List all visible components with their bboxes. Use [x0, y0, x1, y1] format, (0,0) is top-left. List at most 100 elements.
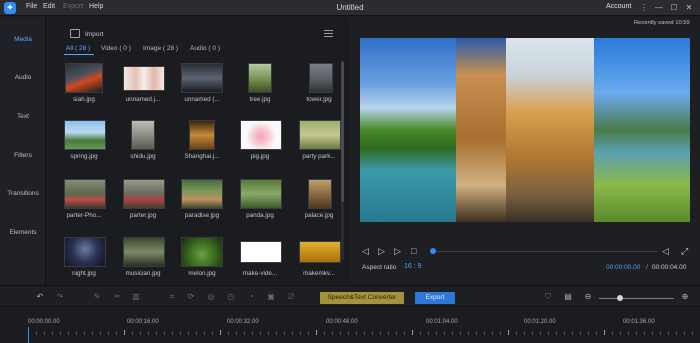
delete-icon[interactable]: ▥ [131, 292, 141, 301]
play-icon[interactable]: ▷ [378, 246, 385, 257]
media-thumbnail[interactable] [123, 179, 165, 209]
time-separator: / [646, 264, 648, 271]
media-thumbnail[interactable] [131, 120, 155, 150]
nav-text[interactable]: Text [0, 113, 46, 120]
media-thumbnail[interactable] [308, 179, 332, 209]
next-frame-icon[interactable]: ▷ [394, 246, 401, 257]
maximize-icon[interactable]: ☐ [668, 2, 680, 14]
tab-audio[interactable]: Audio ( 0 ) [190, 45, 220, 52]
zoom-in-icon[interactable]: ⊕ [680, 292, 690, 301]
media-thumbnail[interactable] [123, 237, 165, 267]
media-item-name: parter.jpg [129, 212, 157, 219]
media-thumbnail[interactable] [65, 63, 103, 93]
current-time: 00:00:00.00 [606, 264, 641, 271]
media-item-name: melon.jpg [188, 270, 216, 277]
menu-export[interactable]: Export [63, 3, 83, 10]
menu-edit[interactable]: Edit [43, 3, 55, 10]
speech-text-converter-button[interactable]: Speech&Text Converter [320, 292, 404, 304]
preview-canvas[interactable] [360, 38, 690, 222]
freeze-frame-icon[interactable]: ▣ [266, 292, 276, 301]
fit-timeline-icon[interactable]: ▤ [563, 292, 573, 301]
previous-frame-icon[interactable]: ◁ [362, 246, 369, 257]
menu-file[interactable]: File [26, 3, 37, 10]
media-thumbnail[interactable] [309, 63, 333, 93]
media-thumbnail[interactable] [299, 241, 341, 263]
media-thumbnail[interactable] [64, 237, 106, 267]
edit-icon[interactable]: ✎ [92, 292, 102, 301]
split-icon[interactable]: ✂ [112, 292, 122, 301]
zoom-slider[interactable] [599, 298, 674, 299]
timeline-tick-label: 00:01:20.00 [524, 319, 556, 325]
media-item-name: night.jpg [72, 270, 96, 277]
tab-video[interactable]: Video ( 0 ) [101, 45, 131, 52]
media-thumbnail[interactable] [240, 120, 282, 150]
timeline-tick-label: 00:00:16.00 [127, 319, 159, 325]
nav-audio[interactable]: Audio [0, 74, 46, 81]
zoom-slider-handle[interactable] [617, 295, 623, 301]
nav-transitions[interactable]: Transitions [0, 190, 46, 197]
timeline[interactable] [0, 308, 700, 343]
duration-icon[interactable]: ◔ [246, 292, 256, 301]
media-thumbnail[interactable] [64, 120, 106, 150]
aspect-ratio-value[interactable]: 16 : 9 [404, 263, 422, 270]
tab-all[interactable]: All ( 28 ) [66, 45, 90, 52]
crop-icon[interactable]: ⌗ [167, 292, 177, 301]
media-item-name: pig.jpg [250, 153, 270, 160]
preview-image-building [456, 38, 506, 222]
mosaic-icon[interactable]: ◎ [206, 292, 216, 301]
undo-icon[interactable]: ↶ [35, 292, 45, 301]
export-button[interactable]: Export [415, 292, 455, 304]
media-item-name: paradise.jpg [184, 212, 220, 219]
save-status: Recently saved 10:59 [634, 20, 690, 26]
fullscreen-icon[interactable]: ⤢ [681, 246, 688, 257]
minimize-icon[interactable]: — [653, 2, 665, 14]
timeline-tick-label: 00:01:36.00 [623, 319, 655, 325]
timeline-tick-label: 00:00:48.00 [326, 319, 358, 325]
media-thumbnail[interactable] [123, 66, 165, 91]
speed-icon[interactable]: ◷ [226, 292, 236, 301]
volume-icon[interactable]: ◁ [662, 246, 669, 257]
media-thumbnail[interactable] [181, 237, 223, 267]
media-thumbnail[interactable] [64, 179, 106, 209]
nav-elements[interactable]: Elements [0, 229, 46, 236]
nav-media[interactable]: Media [0, 36, 46, 43]
media-item-name: tree.jpg [249, 96, 271, 103]
timeline-tick-label: 00:00:00.00 [28, 319, 60, 325]
timeline-tick-label: 00:01:04.00 [426, 319, 458, 325]
close-icon[interactable]: ✕ [683, 2, 695, 14]
redo-icon[interactable]: ↷ [55, 292, 65, 301]
media-item-name: party park... [302, 153, 336, 160]
rotate-icon[interactable]: ⟳ [186, 292, 196, 301]
window-title: Untitled [336, 3, 364, 12]
seek-handle[interactable] [430, 248, 436, 254]
media-thumbnail[interactable] [181, 179, 223, 209]
media-thumbnail[interactable] [299, 120, 341, 150]
media-thumbnail[interactable] [189, 120, 215, 150]
voiceover-icon[interactable]: ⎚ [286, 292, 296, 301]
media-thumbnail[interactable] [240, 241, 282, 263]
tab-image[interactable]: Image ( 28 ) [143, 45, 178, 52]
timeline-playhead[interactable] [28, 327, 29, 343]
nav-filters[interactable]: Filters [0, 152, 46, 159]
marker-icon[interactable]: ⛉ [543, 292, 553, 301]
media-item-name: shidu.jpg [130, 153, 156, 160]
account-button[interactable]: Account [606, 3, 631, 10]
preview-image-tower [506, 38, 594, 222]
app-logo-icon: ✦ [4, 2, 16, 14]
timeline-ruler[interactable] [28, 330, 700, 335]
stop-icon[interactable]: □ [411, 246, 416, 256]
preview-image-lake [360, 38, 456, 222]
import-button[interactable]: Import [85, 31, 103, 38]
media-thumbnail[interactable] [248, 63, 272, 93]
import-icon[interactable] [70, 29, 80, 38]
seek-bar[interactable] [432, 251, 657, 252]
media-scrollbar-thumb[interactable] [341, 62, 344, 202]
list-view-icon[interactable] [324, 30, 333, 37]
media-thumbnail[interactable] [181, 63, 223, 93]
more-icon[interactable]: ⋮ [638, 2, 650, 14]
media-item-name: unnamed.j... [125, 96, 161, 103]
timeline-tick-label: 00:00:32.00 [227, 319, 259, 325]
media-thumbnail[interactable] [240, 179, 282, 209]
menu-help[interactable]: Help [89, 3, 103, 10]
zoom-out-icon[interactable]: ⊖ [583, 292, 593, 301]
